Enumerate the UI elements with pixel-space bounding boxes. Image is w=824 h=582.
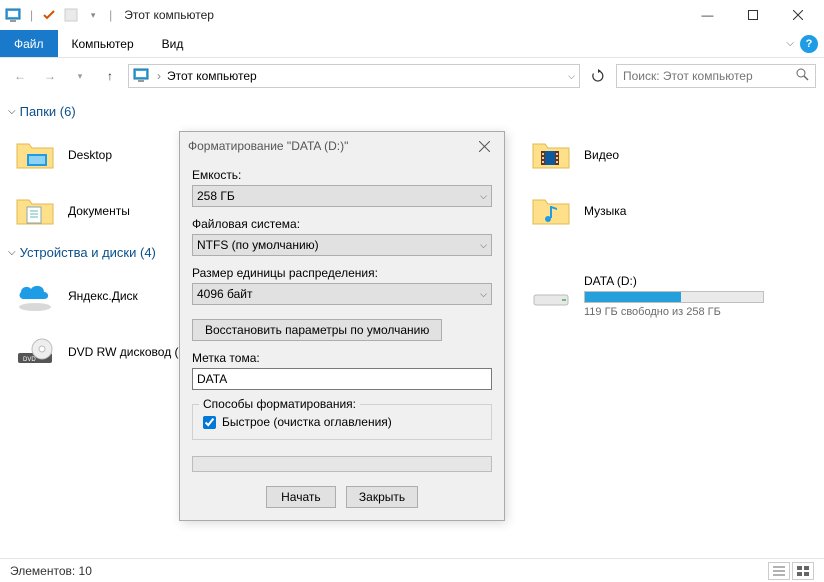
dialog-title-bar[interactable]: Форматирование "DATA (D:)" <box>180 132 504 160</box>
address-box[interactable]: › Этот компьютер ⌵ <box>128 64 580 88</box>
nav-back-button[interactable]: ← <box>8 64 32 88</box>
folder-icon <box>530 134 572 176</box>
separator: | <box>30 8 33 22</box>
chevron-down-icon: ⌵ <box>8 247 16 258</box>
folder-label: Музыка <box>584 204 626 218</box>
maximize-button[interactable] <box>730 1 775 29</box>
format-options-group: Способы форматирования: Быстрое (очистка… <box>192 404 492 440</box>
window-title: Этот компьютер <box>124 8 214 22</box>
folder-label: Документы <box>68 204 130 218</box>
drive-usage-bar <box>584 291 764 303</box>
section-devices-label: Устройства и диски (4) <box>20 245 156 260</box>
qat-blank-icon[interactable] <box>61 5 81 25</box>
status-bar: Элементов: 10 <box>0 558 824 582</box>
device-label: Яндекс.Диск <box>68 289 138 303</box>
address-bar: ← → ▾ ↑ › Этот компьютер ⌵ <box>0 58 824 94</box>
tab-view[interactable]: Вид <box>148 30 198 57</box>
chevron-down-icon: ⌵ <box>8 106 16 117</box>
start-button[interactable]: Начать <box>266 486 336 508</box>
dvd-drive-icon: DVD <box>14 331 56 373</box>
allocation-label: Размер единицы распределения: <box>192 266 492 280</box>
dialog-title: Форматирование "DATA (D:)" <box>188 139 348 153</box>
capacity-label: Емкость: <box>192 168 492 182</box>
search-input[interactable] <box>623 69 796 83</box>
address-dropdown-icon[interactable]: ⌵ <box>568 71 575 82</box>
nav-recent-icon[interactable]: ▾ <box>68 64 92 88</box>
system-icon[interactable] <box>4 5 24 25</box>
title-bar: | ▾ | Этот компьютер — <box>0 0 824 30</box>
chevron-down-icon: ⌵ <box>480 240 487 251</box>
separator: | <box>109 8 112 22</box>
folder-icon <box>14 190 56 232</box>
nav-forward-button[interactable]: → <box>38 64 62 88</box>
ribbon-expand-icon[interactable]: ⌵ <box>786 38 794 49</box>
search-box[interactable] <box>616 64 816 88</box>
device-label: DVD RW дисковод (G:) <box>68 345 195 359</box>
section-folders-header[interactable]: ⌵ Папки (6) <box>8 104 816 119</box>
drive-free-text: 119 ГБ свободно из 258 ГБ <box>584 306 764 318</box>
qat-check-icon[interactable] <box>39 5 59 25</box>
format-dialog: Форматирование "DATA (D:)" Емкость: 258 … <box>179 131 505 521</box>
svg-text:DVD: DVD <box>23 357 36 363</box>
drive-label: DATA (D:) <box>584 274 764 288</box>
capacity-select[interactable]: 258 ГБ⌵ <box>192 185 492 207</box>
view-icons-button[interactable] <box>792 562 814 580</box>
filesystem-select[interactable]: NTFS (по умолчанию)⌵ <box>192 234 492 256</box>
chevron-down-icon: ⌵ <box>480 289 487 300</box>
format-options-legend: Способы форматирования: <box>199 397 360 411</box>
folder-icon <box>530 190 572 232</box>
refresh-button[interactable] <box>586 64 610 88</box>
folder-icon <box>14 134 56 176</box>
search-icon[interactable] <box>796 68 809 84</box>
restore-defaults-button[interactable]: Восстановить параметры по умолчанию <box>192 319 442 341</box>
quick-format-checkbox[interactable]: Быстрое (очистка оглавления) <box>203 415 481 429</box>
drive-fill <box>585 292 681 302</box>
qat-dropdown-icon[interactable]: ▾ <box>83 5 103 25</box>
help-icon[interactable]: ? <box>800 35 818 53</box>
tab-file[interactable]: Файл <box>0 30 58 57</box>
cloud-disk-icon <box>14 275 56 317</box>
device-data-drive[interactable]: DATA (D:) 119 ГБ свободно из 258 ГБ <box>524 268 794 324</box>
quick-format-input[interactable] <box>203 416 216 429</box>
status-item-count: Элементов: 10 <box>10 564 92 578</box>
volume-label-label: Метка тома: <box>192 351 492 365</box>
chevron-right-icon: › <box>157 69 161 83</box>
drive-icon <box>530 275 572 317</box>
close-button[interactable] <box>775 1 820 29</box>
folder-label: Desktop <box>68 148 112 162</box>
format-progress-bar <box>192 456 492 472</box>
folder-music[interactable]: Музыка <box>524 183 782 239</box>
minimize-button[interactable]: — <box>685 1 730 29</box>
filesystem-label: Файловая система: <box>192 217 492 231</box>
ribbon-tabs: Файл Компьютер Вид ⌵ ? <box>0 30 824 58</box>
volume-label-input[interactable] <box>192 368 492 390</box>
view-details-button[interactable] <box>768 562 790 580</box>
address-text: Этот компьютер <box>167 69 562 83</box>
chevron-down-icon: ⌵ <box>480 191 487 202</box>
allocation-select[interactable]: 4096 байт⌵ <box>192 283 492 305</box>
tab-computer[interactable]: Компьютер <box>58 30 148 57</box>
folder-video[interactable]: Видео <box>524 127 782 183</box>
computer-icon <box>133 67 151 86</box>
dialog-close-button[interactable] <box>472 134 496 158</box>
section-folders-label: Папки (6) <box>20 104 76 119</box>
close-button[interactable]: Закрыть <box>346 486 418 508</box>
nav-up-button[interactable]: ↑ <box>98 64 122 88</box>
folder-label: Видео <box>584 148 619 162</box>
